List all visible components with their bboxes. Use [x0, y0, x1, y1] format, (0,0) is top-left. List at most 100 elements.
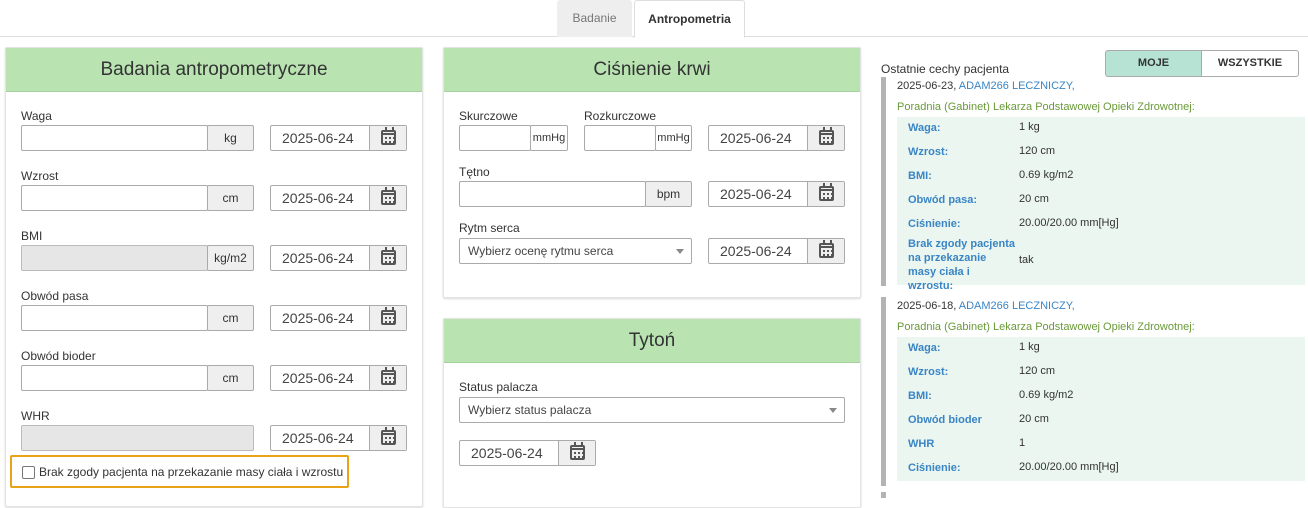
bmi-input [21, 245, 208, 271]
row-value: 120 cm [1019, 365, 1056, 377]
row-key: Obwód pasa: [908, 194, 978, 206]
bmi-unit: kg/m2 [207, 245, 254, 271]
tobacco-title: Tytoń [444, 319, 860, 363]
calendar-icon [381, 367, 396, 385]
row-key: Wzrost: [908, 366, 949, 378]
waga-date-value: 2025-06-24 [282, 130, 354, 146]
row-key: Ciśnienie: [908, 218, 961, 230]
recent-features-title: Ostatnie cechy pacjenta [881, 62, 1010, 76]
waga-input[interactable] [21, 125, 208, 151]
entry-clinic: Poradnia (Gabinet) Lekarza Podstawowej O… [897, 321, 1195, 333]
calendar-icon [819, 240, 834, 258]
history-entry: 2025-06-23, ADAM266 LECZNICZY, Poradnia … [881, 77, 1305, 292]
skurczowe-input[interactable] [459, 125, 531, 151]
row-value: 1 kg [1019, 121, 1040, 133]
row-key: Ciśnienie: [908, 462, 961, 474]
wzrost-calendar-button[interactable] [369, 186, 406, 210]
tetno-label: Tętno [459, 165, 490, 179]
wzrost-date[interactable]: 2025-06-24 [270, 185, 407, 211]
rytm-label: Rytm serca [459, 221, 520, 235]
calendar-icon [570, 442, 585, 460]
entry-header: 2025-06-18, ADAM266 LECZNICZY, [897, 300, 1075, 312]
rozkurczowe-label: Rozkurczowe [584, 109, 657, 123]
tetno-date[interactable]: 2025-06-24 [708, 181, 845, 207]
tetno-date-value: 2025-06-24 [720, 186, 792, 202]
waga-label: Waga [21, 109, 52, 123]
pas-label: Obwód pasa [21, 289, 89, 303]
row-key: Brak zgody pacjenta na przekazanie masy … [908, 238, 1015, 292]
wzrost-label: Wzrost [21, 169, 59, 183]
biodra-label: Obwód bioder [21, 349, 96, 363]
skurczowe-label: Skurczowe [459, 109, 518, 123]
row-value: 20.00/20.00 mm[Hg] [1019, 217, 1119, 229]
row-value: 20.00/20.00 mm[Hg] [1019, 461, 1119, 473]
row-value: 0.69 kg/m2 [1019, 169, 1074, 181]
bmi-calendar-button[interactable] [369, 246, 406, 270]
rytm-select[interactable]: Wybierz ocenę rytmu serca [459, 238, 692, 264]
whr-date[interactable]: 2025-06-24 [270, 425, 407, 451]
wzrost-input[interactable] [21, 185, 208, 211]
tab-badanie[interactable]: Badanie [557, 0, 632, 37]
entry-date: 2025-06-18, [897, 300, 957, 312]
tetno-input[interactable] [459, 181, 646, 207]
entry-values: Waga: 1 kg Wzrost: 120 cm BMI: 0.69 kg/m… [897, 337, 1305, 481]
tobacco-date[interactable]: 2025-06-24 [459, 440, 596, 466]
tab-bar: Badanie Antropometria [0, 0, 1308, 38]
pressure-calendar-button[interactable] [807, 126, 844, 150]
row-key: Wzrost: [908, 146, 949, 158]
pas-date-value: 2025-06-24 [282, 310, 354, 326]
history-entry: 2025-06-18, ADAM266 LECZNICZY, Poradnia … [881, 297, 1305, 486]
biodra-input[interactable] [21, 365, 208, 391]
consent-checkbox-row[interactable]: Brak zgody pacjenta na przekazanie masy … [10, 455, 349, 488]
row-key: Obwód bioder [908, 414, 982, 426]
tetno-unit: bpm [645, 181, 692, 207]
rytm-date[interactable]: 2025-06-24 [708, 238, 845, 264]
status-palacza-select[interactable]: Wybierz status palacza [459, 397, 845, 423]
rytm-date-value: 2025-06-24 [720, 243, 792, 259]
bmi-date[interactable]: 2025-06-24 [270, 245, 407, 271]
calendar-icon [381, 127, 396, 145]
row-key: Waga: [908, 122, 941, 134]
calendar-icon [819, 127, 834, 145]
biodra-calendar-button[interactable] [369, 366, 406, 390]
whr-label: WHR [21, 409, 50, 423]
toggle-wszystkie-button[interactable]: WSZYSTKIE [1201, 50, 1299, 77]
tab-antropometria[interactable]: Antropometria [634, 0, 745, 38]
waga-calendar-button[interactable] [369, 126, 406, 150]
biodra-unit: cm [207, 365, 254, 391]
row-key: BMI: [908, 390, 932, 402]
waga-date[interactable]: 2025-06-24 [270, 125, 407, 151]
consent-checkbox[interactable] [22, 466, 35, 479]
biodra-date[interactable]: 2025-06-24 [270, 365, 407, 391]
row-value: tak [1019, 254, 1034, 266]
pas-input[interactable] [21, 305, 208, 331]
whr-calendar-button[interactable] [369, 426, 406, 450]
entry-header: 2025-06-23, ADAM266 LECZNICZY, [897, 80, 1075, 92]
pas-calendar-button[interactable] [369, 306, 406, 330]
history-entry-partial [881, 492, 886, 498]
rytm-calendar-button[interactable] [807, 239, 844, 263]
wzrost-date-value: 2025-06-24 [282, 190, 354, 206]
entry-values: Waga: 1 kg Wzrost: 120 cm BMI: 0.69 kg/m… [897, 117, 1305, 292]
row-key: WHR [908, 438, 935, 450]
row-value: 20 cm [1019, 193, 1049, 205]
rozkurczowe-unit: mmHg [655, 125, 692, 151]
pressure-date[interactable]: 2025-06-24 [708, 125, 845, 151]
tetno-calendar-button[interactable] [807, 182, 844, 206]
rozkurczowe-input[interactable] [584, 125, 656, 151]
waga-unit: kg [207, 125, 254, 151]
pas-date[interactable]: 2025-06-24 [270, 305, 407, 331]
pressure-date-value: 2025-06-24 [720, 130, 792, 146]
whr-date-value: 2025-06-24 [282, 430, 354, 446]
calendar-icon [381, 307, 396, 325]
skurczowe-unit: mmHg [530, 125, 568, 151]
toggle-moje-button[interactable]: MOJE [1105, 50, 1202, 77]
status-palacza-label: Status palacza [459, 380, 538, 394]
entry-doctor-link[interactable]: ADAM266 LECZNICZY, [959, 300, 1075, 312]
wzrost-unit: cm [207, 185, 254, 211]
rytm-select-value: Wybierz ocenę rytmu serca [468, 244, 614, 258]
entry-doctor-link[interactable]: ADAM266 LECZNICZY, [959, 80, 1075, 92]
tobacco-calendar-button[interactable] [558, 441, 595, 465]
bmi-date-value: 2025-06-24 [282, 250, 354, 266]
calendar-icon [381, 247, 396, 265]
